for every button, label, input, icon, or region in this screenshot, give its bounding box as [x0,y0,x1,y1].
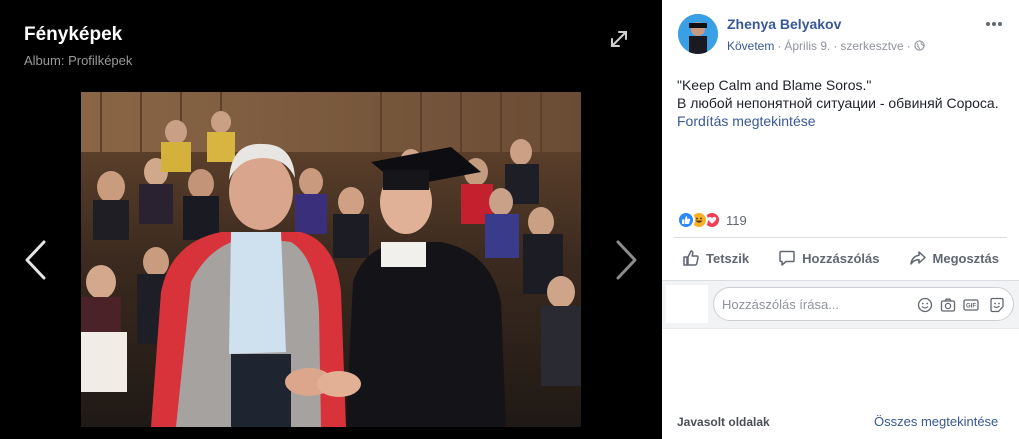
author-name[interactable]: Zhenya Belyakov [727,16,841,32]
like-button[interactable]: Tetszik [674,249,757,267]
suggested-pages-label: Javasolt oldalak [677,415,770,429]
photo-viewer: Fényképek Album: Profilképek [0,0,662,439]
camera-icon[interactable] [940,297,956,313]
comment-composer: Hozzászólás írása... GIF [662,281,1019,328]
post-text: "Keep Calm and Blame Soros." В любой неп… [677,76,1007,130]
translate-link[interactable]: Fordítás megtekintése [677,112,1007,130]
post-meta: Követem · Április 9. · szerkesztve · [727,39,925,53]
follow-link[interactable]: Követem [727,39,774,53]
main-photo[interactable] [81,92,581,427]
comment-placeholder: Hozzászólás írása... [722,297,840,312]
expand-icon[interactable] [608,28,630,50]
viewer-title: Fényképek [24,24,123,45]
divider [662,328,1019,329]
globe-icon[interactable] [914,40,925,51]
more-options-icon[interactable] [984,18,1004,30]
emoji-icon[interactable] [917,297,933,313]
reaction-count[interactable]: 119 [726,213,747,228]
sticker-icon[interactable] [989,297,1005,313]
post-actions: Tetszik Hozzászólás Megosztás [674,240,1007,276]
chevron-left-icon[interactable] [22,238,48,282]
svg-text:GIF: GIF [966,304,976,310]
post-sidebar: Zhenya Belyakov Követem · Április 9. · szerk… [662,0,1019,439]
edited-label[interactable]: szerkesztve [840,39,903,53]
see-all-link[interactable]: Összes megtekintése [874,414,998,429]
post-text-line: В любой непонятной ситуации - обвиняй Со… [677,95,999,111]
like-label: Tetszik [706,250,750,266]
reactions-summary[interactable]: 119 [677,211,747,229]
comment-button[interactable]: Hozzászólás [770,249,887,267]
share-button[interactable]: Megosztás [901,249,1007,267]
comment-label: Hozzászólás [802,250,880,266]
avatar[interactable] [678,14,718,54]
chevron-right-icon[interactable] [614,238,640,282]
album-name[interactable]: Album: Profilképek [24,53,132,68]
thumbs-up-icon [683,250,699,266]
like-icon [677,211,695,229]
divider [674,237,1007,238]
photo-theater: Fényképek Album: Profilképek Zhenya Bely… [0,0,1019,439]
post-text-line: "Keep Calm and Blame Soros." [677,77,872,93]
share-icon [909,251,926,265]
comment-input[interactable]: Hozzászólás írása... GIF [713,287,1014,321]
graduation-photo-illustration [81,92,581,427]
gif-icon[interactable]: GIF [963,297,979,313]
current-user-avatar [666,285,708,323]
share-label: Megosztás [932,250,999,266]
post-date[interactable]: Április 9. [784,39,830,53]
comment-icon [779,250,795,266]
